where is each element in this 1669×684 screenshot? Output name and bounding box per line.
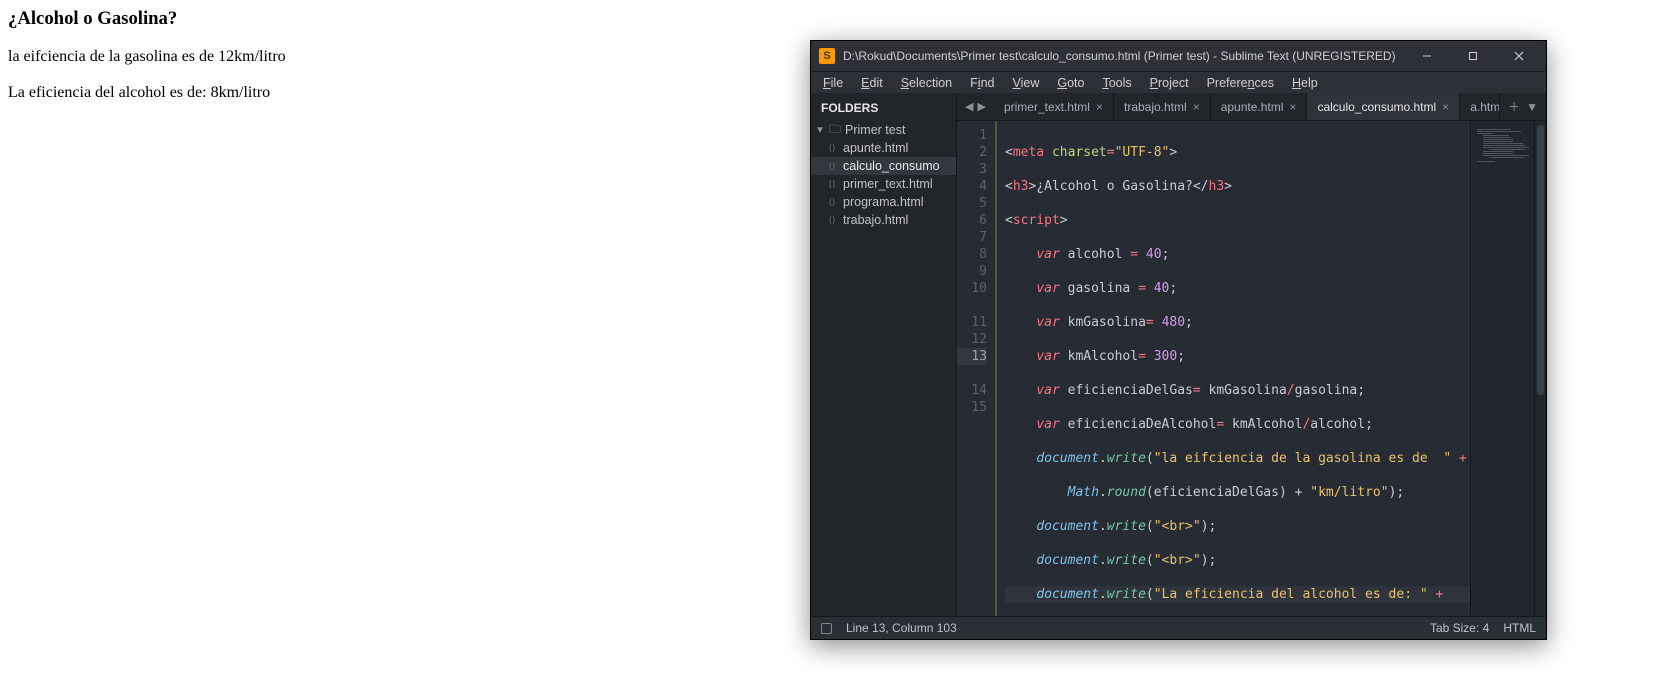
line-number — [957, 297, 987, 314]
file-row[interactable]: ⟨⟩ apunte.html — [811, 139, 956, 157]
folder-caret-icon: ▼ — [815, 125, 825, 136]
line-number: 3 — [957, 161, 987, 178]
menu-file[interactable]: File — [815, 74, 851, 92]
page-line-2: La eficiencia del alcohol es de: 8km/lit… — [8, 84, 788, 102]
sidebar-header: FOLDERS — [811, 93, 956, 121]
file-label: apunte.html — [843, 141, 908, 155]
tab[interactable]: trabajo.html × — [1114, 93, 1211, 120]
titlebar[interactable]: S D:\Rokud\Documents\Primer test\calculo… — [811, 41, 1546, 71]
tab-label: calculo_consumo.html — [1317, 100, 1436, 114]
minimize-button[interactable] — [1404, 41, 1450, 71]
page-heading: ¿Alcohol o Gasolina? — [8, 8, 788, 30]
tab-close-icon[interactable]: × — [1289, 100, 1296, 114]
maximize-button[interactable] — [1450, 41, 1496, 71]
minimap[interactable] — [1470, 121, 1534, 616]
tab-menu-icon[interactable]: ▼ — [1526, 100, 1538, 114]
sidebar: FOLDERS ▼ 🗀 Primer test ⟨⟩ apunte.html ⟨⟩… — [811, 93, 957, 616]
file-icon: ⟨⟩ — [825, 197, 839, 208]
menu-help[interactable]: Help — [1284, 74, 1326, 92]
file-label: trabajo.html — [843, 213, 908, 227]
file-label: programa.html — [843, 195, 924, 209]
line-number: 5 — [957, 195, 987, 212]
line-number: 10 — [957, 280, 987, 297]
status-position[interactable]: Line 13, Column 103 — [846, 621, 957, 635]
file-icon: ⟨⟩ — [825, 143, 839, 154]
menu-view[interactable]: View — [1004, 74, 1047, 92]
tab-label: apunte.html — [1221, 100, 1284, 114]
line-number: 11 — [957, 314, 987, 331]
vertical-scrollbar[interactable] — [1534, 121, 1546, 616]
file-icon: ⟨⟩ — [825, 215, 839, 226]
line-number: 14 — [957, 382, 987, 399]
gutter: 1 2 3 4 5 6 7 8 9 10 11 12 13 14 15 — [957, 121, 997, 616]
minimize-icon — [1422, 51, 1432, 61]
editor-window: S D:\Rokud\Documents\Primer test\calculo… — [810, 40, 1547, 640]
menubar: File Edit Selection Find View Goto Tools… — [811, 71, 1546, 93]
page-line-1: la eifciencia de la gasolina es de 12km/… — [8, 48, 788, 66]
line-number: 1 — [957, 127, 987, 144]
maximize-icon — [1468, 51, 1478, 61]
statusbar: Line 13, Column 103 Tab Size: 4 HTML — [811, 616, 1546, 639]
folder-icon: 🗀 — [829, 121, 841, 139]
tab-close-icon[interactable]: × — [1193, 100, 1200, 114]
menu-find[interactable]: Find — [962, 74, 1002, 92]
folder-label: Primer test — [845, 123, 905, 137]
status-panel-icon[interactable] — [821, 623, 832, 634]
window-title: D:\Rokud\Documents\Primer test\calculo_c… — [843, 49, 1396, 63]
close-button[interactable] — [1496, 41, 1542, 71]
status-language[interactable]: HTML — [1503, 621, 1536, 635]
tabbar: ◀ ▶ primer_text.html × trabajo.html × apun… — [957, 93, 1546, 121]
scrollbar-thumb[interactable] — [1537, 125, 1544, 395]
tab-label: a.html — [1470, 100, 1500, 114]
file-label: primer_text.html — [843, 177, 933, 191]
tab-close-icon[interactable]: × — [1442, 100, 1449, 114]
line-number: 2 — [957, 144, 987, 161]
line-number — [957, 365, 987, 382]
file-row[interactable]: ⟨⟩ primer_text.html — [811, 175, 956, 193]
line-number: 4 — [957, 178, 987, 195]
folder-tree: ▼ 🗀 Primer test ⟨⟩ apunte.html ⟨⟩ calculo_… — [811, 121, 956, 229]
tab-add-icon[interactable]: ＋ — [1508, 98, 1520, 115]
file-label: calculo_consumo — [843, 159, 940, 173]
tab-close-icon[interactable]: × — [1096, 100, 1103, 114]
menu-project[interactable]: Project — [1142, 74, 1197, 92]
tab[interactable]: primer_text.html × — [994, 93, 1114, 120]
line-number: 13 — [957, 348, 987, 365]
menu-tools[interactable]: Tools — [1094, 74, 1139, 92]
line-number: 8 — [957, 246, 987, 263]
tab-next-icon[interactable]: ▶ — [977, 100, 985, 113]
line-number: 15 — [957, 399, 987, 416]
tab[interactable]: calculo_consumo.html × — [1307, 93, 1460, 120]
menu-selection[interactable]: Selection — [893, 74, 960, 92]
menu-edit[interactable]: Edit — [853, 74, 891, 92]
tab-prev-icon[interactable]: ◀ — [965, 100, 973, 113]
app-icon: S — [819, 48, 835, 64]
line-number: 12 — [957, 331, 987, 348]
file-row[interactable]: ⟨⟩ programa.html — [811, 193, 956, 211]
rendered-page: ¿Alcohol o Gasolina? la eifciencia de la… — [8, 8, 788, 120]
folder-row[interactable]: ▼ 🗀 Primer test — [811, 121, 956, 139]
tab-label: primer_text.html — [1004, 100, 1090, 114]
line-number: 7 — [957, 229, 987, 246]
menu-preferences[interactable]: Preferences — [1199, 74, 1282, 92]
line-number: 9 — [957, 263, 987, 280]
tab[interactable]: a.html — [1460, 93, 1500, 120]
close-icon — [1514, 51, 1524, 61]
code-editor[interactable]: <meta charset="UTF-8"> <h3>¿Alcohol o Ga… — [997, 121, 1470, 616]
status-tabsize[interactable]: Tab Size: 4 — [1430, 621, 1489, 635]
file-icon: ⟨⟩ — [825, 179, 839, 190]
file-row[interactable]: ⟨⟩ trabajo.html — [811, 211, 956, 229]
line-number: 6 — [957, 212, 987, 229]
file-icon: ⟨⟩ — [825, 161, 839, 172]
tab-label: trabajo.html — [1124, 100, 1187, 114]
menu-goto[interactable]: Goto — [1049, 74, 1092, 92]
tab[interactable]: apunte.html × — [1211, 93, 1308, 120]
file-row[interactable]: ⟨⟩ calculo_consumo — [811, 157, 956, 175]
